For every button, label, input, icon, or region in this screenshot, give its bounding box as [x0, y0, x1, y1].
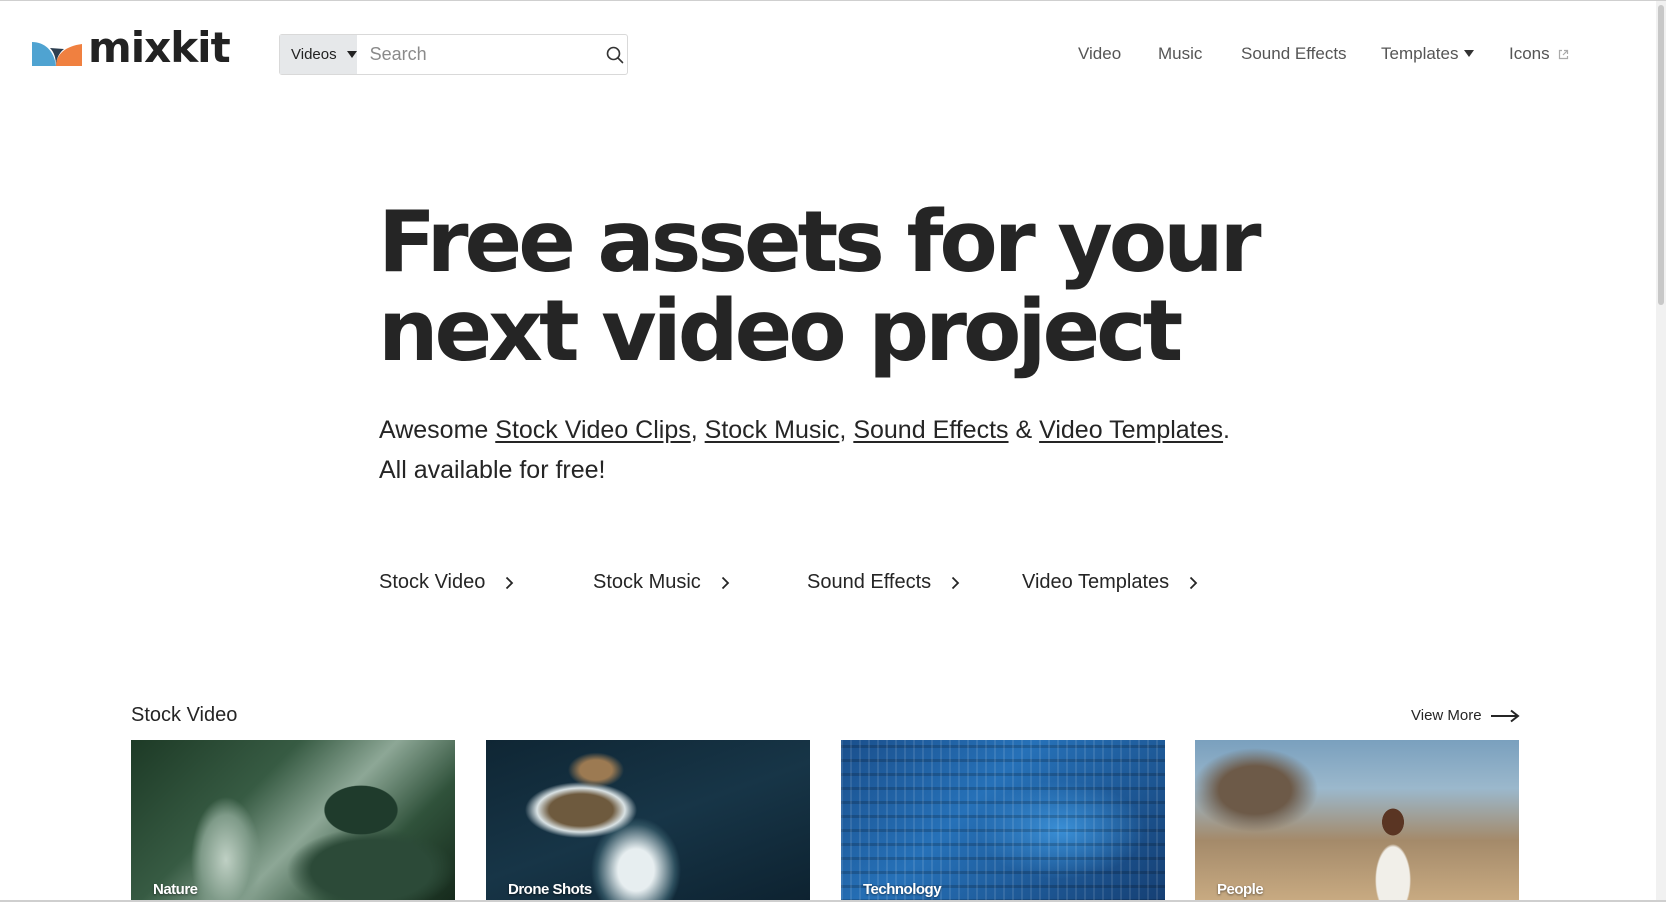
nav-sound-effects[interactable]: Sound Effects [1241, 44, 1347, 64]
scrollbar[interactable] [1656, 1, 1666, 900]
video-thumb-drone-shots[interactable]: Drone Shots [486, 740, 810, 902]
category-label: Sound Effects [807, 571, 932, 593]
link-video-templates[interactable]: Video Templates [1039, 416, 1223, 444]
chevron-right-icon [506, 576, 514, 589]
category-link-stock-video[interactable]: Stock Video [379, 571, 514, 594]
category-link-video-templates[interactable]: Video Templates [1022, 571, 1198, 594]
top-border [0, 0, 1666, 1]
view-more-label: View More [1411, 707, 1482, 724]
hero-title-line-1: Free assets for your [378, 193, 1262, 292]
video-thumb-technology[interactable]: Technology [841, 740, 1165, 902]
arrow-right-icon [1490, 709, 1520, 722]
link-sound-effects[interactable]: Sound Effects [853, 416, 1008, 444]
hero-sub-line-2: All available for free! [379, 456, 606, 484]
chevron-right-icon [1190, 576, 1198, 589]
caret-down-icon [1464, 50, 1475, 57]
chevron-right-icon [721, 576, 730, 589]
category-link-sound-effects[interactable]: Sound Effects [807, 571, 960, 594]
thumb-label: Technology [863, 881, 942, 898]
category-label: Stock Video [379, 571, 486, 593]
hero-sub-sep-1: , [690, 416, 705, 444]
external-link-icon [1558, 49, 1568, 60]
thumb-label: Drone Shots [508, 881, 592, 898]
hero-title-line-2: next video project [378, 282, 1183, 381]
link-stock-music[interactable]: Stock Music [705, 416, 840, 444]
category-label: Stock Music [593, 571, 701, 593]
view-more-link[interactable]: View More [1411, 707, 1520, 724]
nav-video[interactable]: Video [1078, 44, 1121, 64]
thumb-label: People [1217, 881, 1264, 898]
chevron-right-icon [952, 576, 960, 589]
nav-music[interactable]: Music [1158, 44, 1202, 64]
nav-icons[interactable]: Icons [1509, 44, 1569, 64]
category-label: Video Templates [1022, 571, 1170, 593]
stock-video-section-title: Stock Video [131, 704, 238, 726]
link-stock-video-clips[interactable]: Stock Video Clips [495, 416, 690, 444]
thumb-label: Nature [153, 881, 198, 898]
video-thumb-people[interactable]: People [1195, 740, 1519, 902]
video-thumb-nature[interactable]: Nature [131, 740, 455, 902]
nav-icons-label: Icons [1509, 44, 1550, 63]
nav-templates[interactable]: Templates [1381, 44, 1475, 64]
hero-title: Free assets for your next video project [378, 198, 1262, 376]
hero-sub-suffix: . [1223, 416, 1230, 444]
main-nav: Video Music Sound Effects Templates Icon… [0, 44, 1666, 66]
hero-sub-sep-3: & [1008, 416, 1040, 444]
hero-subtitle: Awesome Stock Video Clips, Stock Music, … [379, 410, 1230, 490]
hero-sub-sep-2: , [839, 416, 854, 444]
category-link-stock-music[interactable]: Stock Music [593, 571, 730, 594]
hero-sub-prefix: Awesome [379, 416, 496, 444]
nav-templates-label: Templates [1381, 44, 1459, 63]
